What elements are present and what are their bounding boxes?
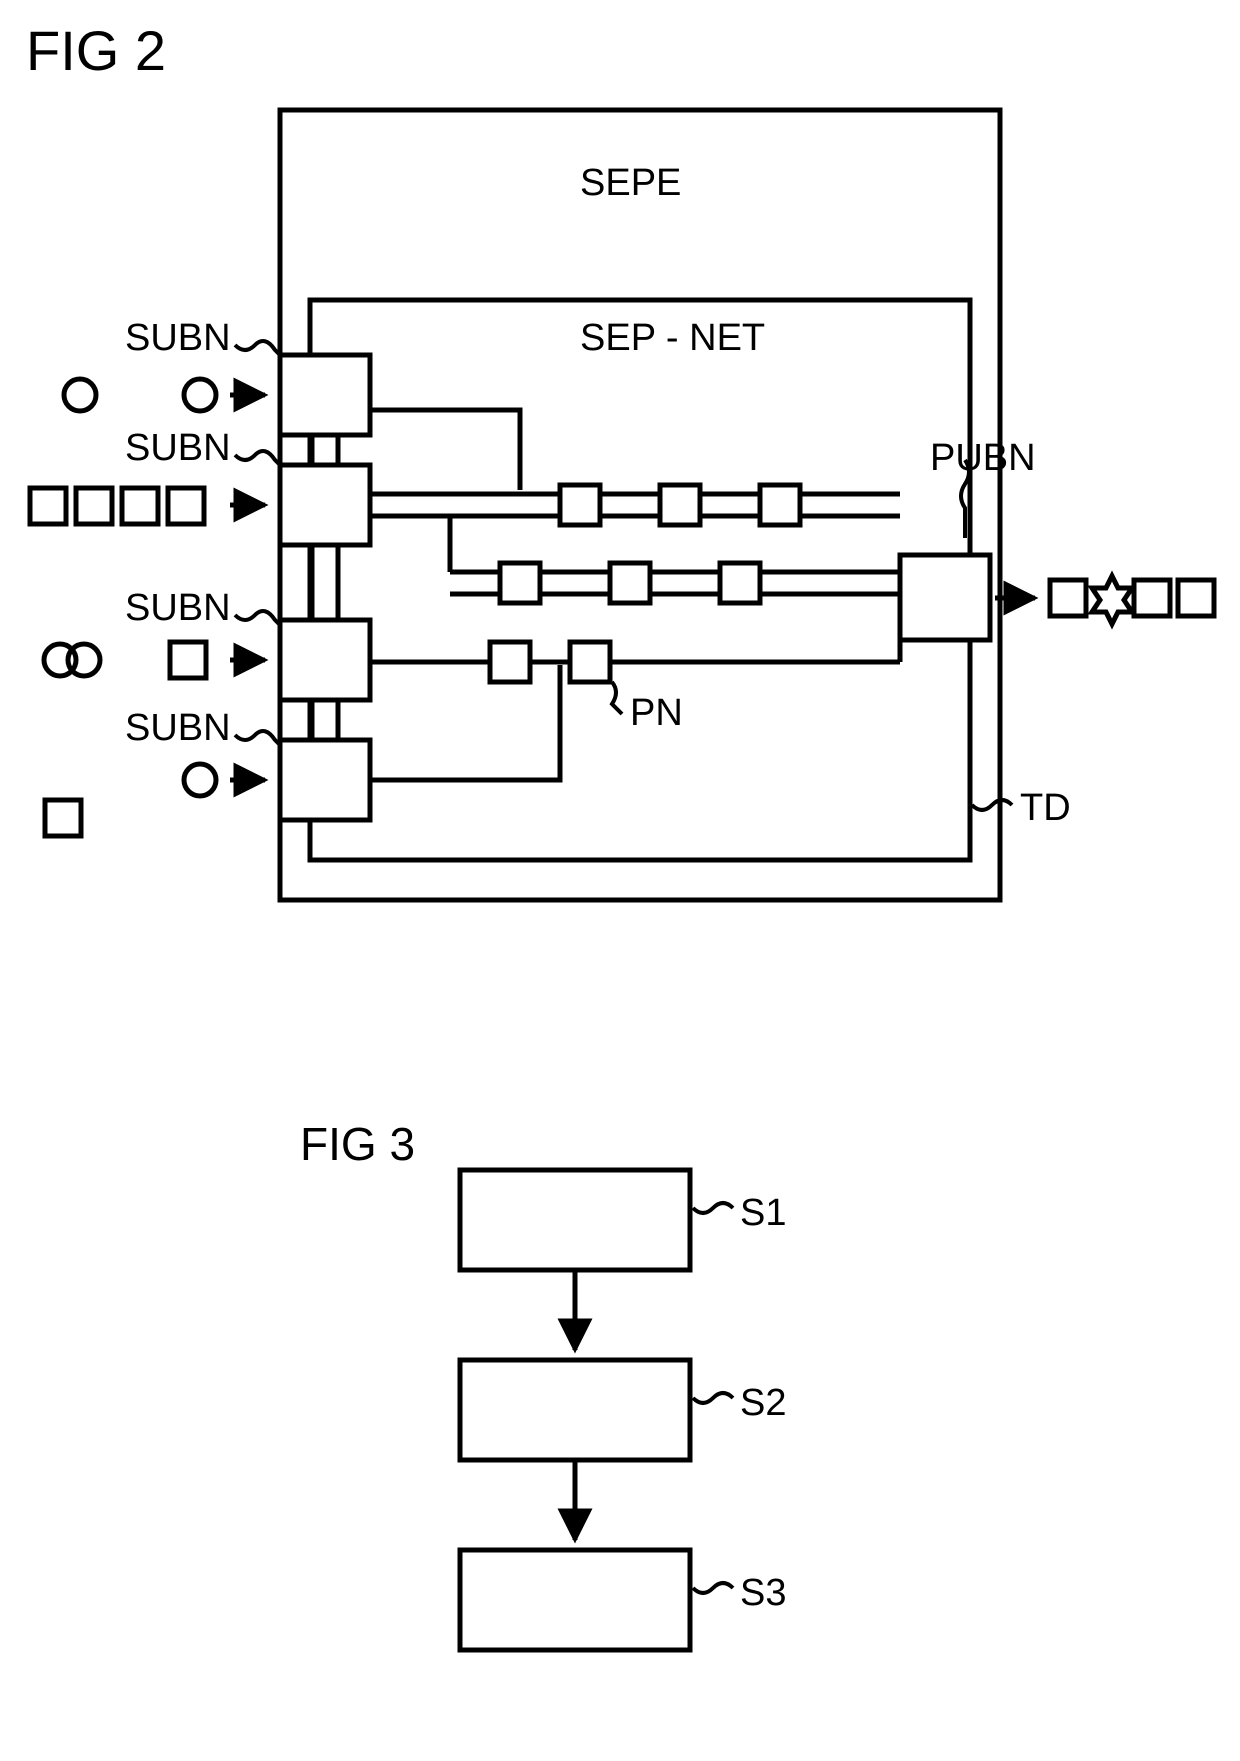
subn4-label-g: SUBN: [125, 707, 280, 749]
subn3-label: SUBN: [125, 587, 231, 629]
input1-shape-circle: [64, 379, 96, 411]
s3-leader: [693, 1583, 733, 1593]
s1-label: S1: [740, 1192, 786, 1234]
subn-node-3: [280, 620, 370, 700]
input4-shapes: [45, 764, 216, 836]
s1-leader: [693, 1203, 733, 1213]
subn3-label-g: SUBN: [125, 587, 280, 629]
diagram-root: FIG 2 SEPE SEP - NET PUBN TD SUBN SUBN: [0, 0, 1240, 1761]
subn2-label: SUBN: [125, 427, 231, 469]
subn-node-1: [280, 355, 370, 435]
subn-node-2: [280, 465, 370, 545]
sepnet-label: SEP - NET: [580, 317, 765, 359]
s2-label: S2: [740, 1382, 786, 1424]
s3-label: S3: [740, 1572, 786, 1614]
subn-node-4: [280, 740, 370, 820]
s2-box: [460, 1360, 690, 1460]
pn-label: PN: [630, 692, 683, 734]
fig2-title: FIG 2: [26, 19, 166, 82]
pn-row-top: [560, 485, 800, 525]
sepe-label: SEPE: [580, 162, 681, 204]
subn1-label: SUBN: [125, 317, 231, 359]
pubn-node: [900, 555, 990, 640]
s2-leader: [693, 1393, 733, 1403]
input3-shapes: [44, 642, 206, 678]
td-leader: [972, 800, 1012, 810]
fig3-title: FIG 3: [300, 1118, 415, 1170]
td-label: TD: [1020, 787, 1071, 829]
input1-shape-circle2: [184, 379, 216, 411]
output-shapes: [1050, 576, 1240, 624]
subn2-label-g: SUBN: [125, 427, 280, 469]
pubn-label: PUBN: [930, 437, 1036, 479]
input2-squares: [30, 488, 204, 524]
subn1-label-g: SUBN: [125, 317, 280, 359]
pn-row-mid: [500, 563, 760, 603]
pn-leader: [612, 682, 622, 714]
subn4-label: SUBN: [125, 707, 231, 749]
s3-box: [460, 1550, 690, 1650]
s1-box: [460, 1170, 690, 1270]
